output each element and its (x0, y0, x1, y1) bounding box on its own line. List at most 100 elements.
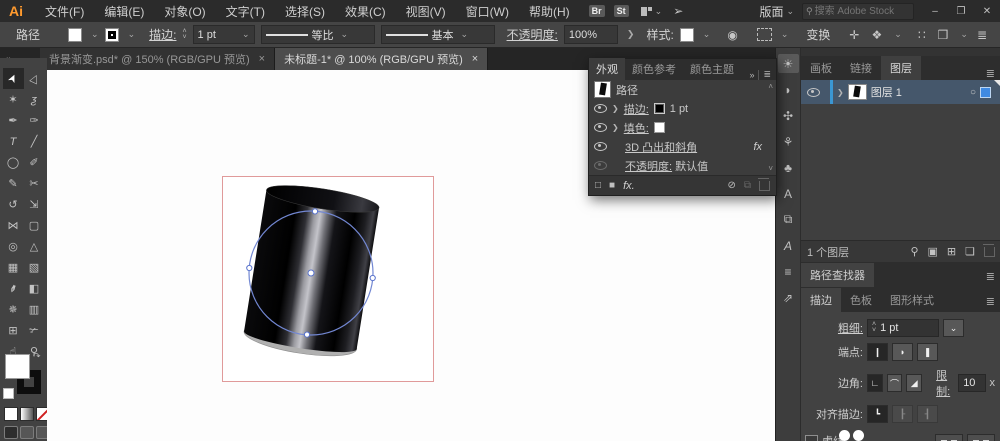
appearance-panel-icon[interactable]: ☀ (778, 54, 799, 73)
gradient-tool[interactable]: ▧ (24, 257, 45, 278)
tab-links[interactable]: 链接 (841, 56, 881, 80)
tab-layers[interactable]: 图层 (881, 56, 921, 80)
scroll-up-icon[interactable]: ˄ (768, 82, 773, 91)
weight-dropdown-icon[interactable]: ⌄ (943, 319, 964, 337)
magic-wand-tool[interactable]: ✶ (3, 89, 24, 110)
search-input[interactable] (813, 5, 910, 18)
close-button[interactable]: ✕ (974, 6, 1000, 17)
transform-link[interactable]: 变换 (806, 26, 830, 43)
direct-selection-tool[interactable]: ▷ (24, 68, 45, 89)
stroke-link[interactable]: 描边: (624, 101, 649, 117)
symbols-panel-icon[interactable]: ♣ (778, 158, 799, 177)
bridge-button[interactable]: Br (589, 5, 605, 17)
fill-swatch-indicator[interactable] (5, 354, 30, 379)
draw-normal-button[interactable] (4, 426, 18, 439)
pen-tool[interactable]: ✒ (3, 110, 24, 131)
paragraph-panel-icon[interactable]: ≡ (778, 262, 799, 281)
graphic-styles-panel-icon[interactable]: ◗ (778, 80, 799, 99)
layer-target-icon[interactable]: ○ (970, 87, 976, 98)
fill-chevron-icon[interactable]: ⌄ (91, 29, 99, 40)
make-mask-icon[interactable]: ▣ (928, 245, 938, 258)
center-point[interactable] (308, 270, 314, 276)
tab-pathfinder[interactable]: 路径查找器 (801, 263, 874, 287)
style-swatch[interactable] (680, 28, 694, 42)
fill-color-chip[interactable] (654, 122, 665, 133)
character-panel-icon[interactable]: A (778, 236, 799, 255)
symbol-sprayer-tool[interactable]: ✵ (3, 299, 24, 320)
scale-tool[interactable]: ⇲ (24, 194, 45, 215)
menu-window[interactable]: 窗口(W) (456, 3, 519, 20)
layer-selection-indicator[interactable] (980, 87, 991, 98)
appearance-item-row[interactable]: 路径 ˄ (589, 80, 776, 99)
menu-effect[interactable]: 效果(C) (335, 3, 396, 20)
default-fill-stroke-icon[interactable] (3, 388, 14, 399)
delete-layer-icon[interactable] (984, 247, 995, 257)
layer-row[interactable]: ❯ 图层 1 ○ (801, 80, 1000, 104)
anchor-point[interactable] (370, 275, 375, 280)
document-tab-background-gradient[interactable]: 背景渐变.psd* @ 150% (RGB/GPU 预览) × (40, 48, 275, 70)
menu-select[interactable]: 选择(S) (275, 3, 335, 20)
join-bevel-button[interactable]: ◢ (906, 374, 922, 392)
panel-list-icon[interactable]: ≣ (974, 28, 990, 42)
appearance-stroke-row[interactable]: ❯ 描边: 1 pt (589, 99, 776, 118)
tab-swatches[interactable]: 色板 (841, 288, 881, 312)
duplicate-item-icon[interactable]: ⧉ (744, 180, 751, 191)
tab-graphic-styles[interactable]: 图形样式 (881, 288, 943, 312)
free-transform-tool[interactable]: ▢ (24, 215, 45, 236)
panel-menu-icon[interactable]: ≣ (763, 69, 771, 80)
locate-object-icon[interactable]: ⚲ (910, 245, 918, 258)
appearance-effect-row[interactable]: 3D 凸出和斜角 fx (589, 137, 776, 156)
new-fill-icon[interactable]: ■ (609, 180, 615, 191)
slice-tool[interactable]: ✃ (24, 320, 45, 341)
blend-tool[interactable]: ◧ (24, 278, 45, 299)
paintbrush-tool[interactable]: ✐ (24, 152, 45, 173)
scissors-tool[interactable]: ✂ (24, 173, 45, 194)
align-outside-button[interactable]: ┨ (917, 405, 938, 423)
select-similar-icon[interactable] (757, 28, 772, 41)
brushes-panel-icon[interactable]: ⚘ (778, 132, 799, 151)
shape-mode-icon[interactable]: ❖ (868, 28, 885, 42)
libraries-panel-icon[interactable]: ⧉ (778, 210, 799, 229)
scroll-down-icon[interactable]: ˅ (768, 164, 773, 173)
draw-behind-button[interactable] (20, 426, 34, 439)
weight-field[interactable]: ˄˅ 1 pt (867, 319, 939, 337)
anchor-point[interactable] (312, 209, 317, 214)
type-tool[interactable]: T (3, 131, 24, 152)
selection-tool[interactable]: ➤ (3, 68, 24, 89)
opacity-field[interactable]: 100% (564, 25, 618, 44)
width-tool[interactable]: ⋈ (3, 215, 24, 236)
cap-butt-button[interactable]: ❙ (867, 343, 888, 361)
align-inside-button[interactable]: ┠ (892, 405, 913, 423)
color-guide-panel-icon[interactable]: ✣ (778, 106, 799, 125)
align-icon[interactable]: ✛ (846, 28, 862, 42)
perspective-grid-tool[interactable]: △ (24, 236, 45, 257)
stroke-chevron-icon[interactable]: ⌄ (128, 29, 136, 40)
dash-preserve-button[interactable] (935, 434, 963, 441)
weight-label[interactable]: 粗细: (805, 320, 863, 336)
shape-builder-tool[interactable]: ◎ (3, 236, 24, 257)
new-stroke-icon[interactable]: □ (595, 180, 601, 191)
visibility-eye-icon[interactable] (594, 142, 607, 151)
mesh-tool[interactable]: ▦ (3, 257, 24, 278)
dashed-line-checkbox[interactable] (805, 435, 818, 441)
export-panel-icon[interactable]: ⇗ (778, 288, 799, 307)
curvature-tool[interactable]: ✑ (24, 110, 45, 131)
pixel-grid-icon[interactable]: ∷ (915, 28, 929, 42)
stroke-weight-label[interactable]: 描边: (149, 26, 176, 43)
tab-artboards[interactable]: 画板 (801, 56, 841, 80)
gradient-button[interactable] (20, 407, 34, 421)
new-effect-icon[interactable]: fx. (623, 180, 635, 192)
visibility-eye-icon[interactable] (594, 104, 607, 113)
panel-menu-icon[interactable]: ≣ (986, 295, 1000, 312)
brush-definition-select[interactable]: 基本 ⌄ (381, 25, 495, 44)
workspace-chevron-icon[interactable]: ⌄ (786, 6, 794, 17)
menu-object[interactable]: 对象(O) (154, 3, 215, 20)
tab-close-icon[interactable]: × (472, 53, 478, 65)
cap-projecting-button[interactable]: ❚ (917, 343, 938, 361)
chevron-right-icon[interactable]: ❯ (612, 104, 619, 113)
stock-button[interactable]: St (614, 5, 629, 17)
stroke-color-chip[interactable] (654, 103, 665, 114)
layer-expand-chevron-icon[interactable]: ❯ (837, 88, 844, 97)
fill-link[interactable]: 填色: (624, 120, 649, 136)
minimize-button[interactable]: – (922, 6, 948, 17)
